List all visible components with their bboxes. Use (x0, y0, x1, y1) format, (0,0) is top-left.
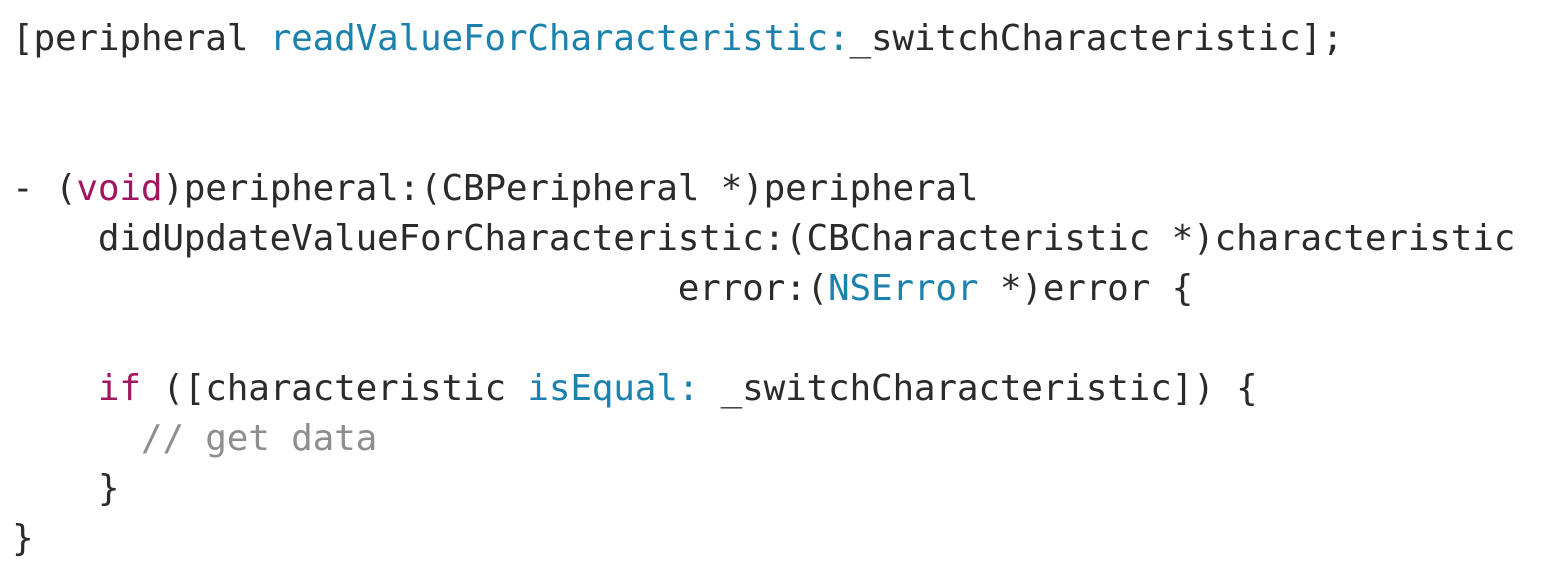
code-token-comment: // get data (140, 418, 378, 459)
code-token-method: readValueForCharacteristic: (269, 18, 850, 59)
code-token-text: } (12, 468, 120, 509)
code-line-read-value: [peripheral readValueForCharacteristic:_… (12, 14, 1515, 64)
code-token-indent (12, 368, 98, 409)
code-token-method: isEqual: (527, 368, 700, 409)
code-line-if-statement: if ([characteristic isEqual: _switchChar… (12, 364, 1515, 414)
code-line-method-param: didUpdateValueForCharacteristic:(CBChara… (12, 214, 1515, 264)
code-token-text: error:( (12, 268, 829, 309)
code-line-comment: // get data (12, 414, 1515, 464)
code-line-method-signature: - (void)peripheral:(CBPeripheral *)perip… (12, 164, 1515, 214)
code-token-text: } (12, 518, 34, 559)
code-token-text: *)error { (978, 268, 1194, 309)
code-token-indent (12, 418, 141, 459)
code-line-close-if: } (12, 464, 1515, 514)
code-token-text: _switchCharacteristic]; (849, 18, 1344, 59)
code-token-text: - ( (12, 168, 77, 209)
code-token-text: [peripheral (12, 18, 270, 59)
code-token-text: )peripheral:(CBPeripheral *)peripheral (162, 168, 979, 209)
code-token-text: ([characteristic (140, 368, 528, 409)
code-token-keyword: if (97, 368, 141, 409)
code-token-text: didUpdateValueForCharacteristic:(CBChara… (12, 218, 1516, 259)
code-line-method-error-param: error:(NSError *)error { (12, 264, 1515, 314)
code-snippet: [peripheral readValueForCharacteristic:_… (12, 14, 1515, 564)
code-line-close-method: } (12, 514, 1515, 564)
code-token-type: NSError (828, 268, 979, 309)
code-token-keyword: void (76, 168, 163, 209)
code-token-text: _switchCharacteristic]) { (699, 368, 1258, 409)
